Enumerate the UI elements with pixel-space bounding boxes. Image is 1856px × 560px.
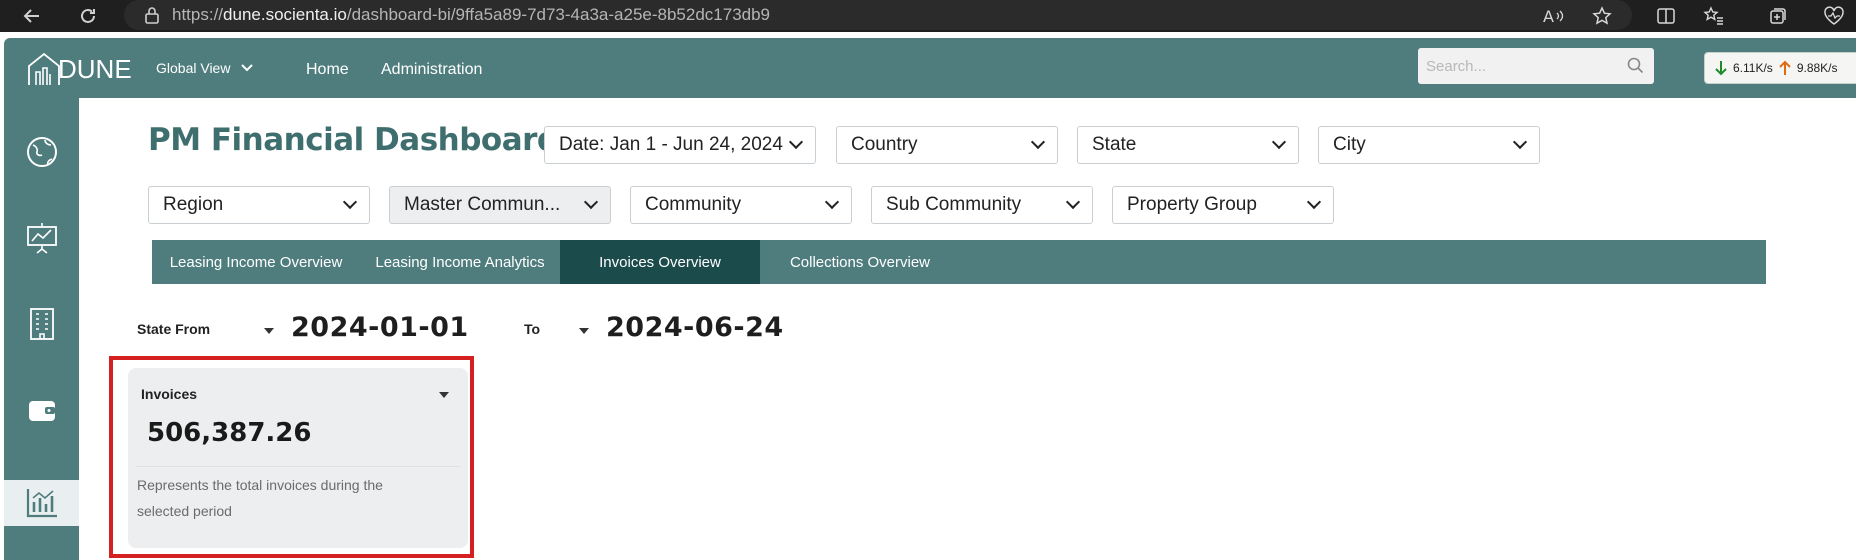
refresh-icon[interactable] — [72, 0, 104, 32]
property-group-label: Property Group — [1127, 194, 1257, 215]
highlight-box — [109, 356, 474, 558]
nav-home[interactable]: Home — [306, 61, 349, 79]
nav-administration[interactable]: Administration — [381, 61, 482, 79]
lock-icon — [144, 6, 160, 29]
app-header: DUNE Global View Home Administration Sea… — [4, 38, 1856, 98]
master-community-filter[interactable]: Master Commun... — [389, 186, 611, 224]
date-range-filter[interactable]: Date: Jan 1 - Jun 24, 2024 — [544, 126, 816, 164]
master-community-label: Master Commun... — [404, 194, 561, 215]
chevron-down-icon — [788, 134, 804, 150]
tab-leasing-income-analytics[interactable]: Leasing Income Analytics — [360, 240, 560, 284]
chevron-down-icon — [241, 64, 254, 72]
caret-down-icon[interactable] — [264, 328, 274, 334]
upload-speed: 9.88K/s — [1796, 61, 1838, 75]
dashboard-tabs: Leasing Income Overview Leasing Income A… — [152, 240, 1766, 284]
tab-leasing-income-overview[interactable]: Leasing Income Overview — [152, 240, 360, 284]
analytics-chart-icon — [26, 489, 57, 518]
chevron-down-icon — [824, 194, 840, 210]
collections-icon[interactable] — [1764, 2, 1792, 30]
state-from-label: State From — [137, 321, 211, 337]
network-speed-widget: 6.11K/s 9.88K/s — [1704, 52, 1856, 84]
to-value[interactable]: 2024-06-24 — [606, 312, 784, 343]
sidebar-item-global[interactable] — [4, 124, 79, 180]
sidebar-item-properties[interactable] — [4, 296, 79, 352]
tab-collections-overview[interactable]: Collections Overview — [760, 240, 960, 284]
presentation-chart-icon — [26, 223, 57, 254]
download-speed: 6.11K/s — [1733, 61, 1773, 75]
browser-toolbar: https://dune.socienta.io/dashboard-bi/9f… — [0, 0, 1856, 32]
property-group-filter[interactable]: Property Group — [1112, 186, 1334, 224]
page-title: PM Financial Dashboard — [148, 122, 559, 158]
chevron-down-icon — [1512, 134, 1528, 150]
to-label: To — [524, 321, 541, 337]
url-host: dune.socienta.io — [223, 5, 347, 24]
wallet-icon — [28, 401, 55, 421]
arrow-up-icon — [1779, 60, 1791, 75]
favorite-star-icon[interactable] — [1588, 2, 1616, 30]
sidebar-item-presentation[interactable] — [4, 210, 79, 266]
country-label: Country — [851, 134, 918, 155]
chevron-down-icon — [1306, 194, 1322, 210]
sidebar — [4, 98, 79, 560]
browser-essentials-icon[interactable] — [1820, 2, 1848, 30]
community-filter[interactable]: Community — [630, 186, 852, 224]
chevron-down-icon — [1065, 194, 1081, 210]
chevron-down-icon — [583, 194, 599, 210]
sidebar-item-finance[interactable] — [4, 382, 79, 438]
chevron-down-icon — [342, 194, 358, 210]
region-filter[interactable]: Region — [148, 186, 370, 224]
sub-community-label: Sub Community — [886, 194, 1022, 215]
dune-logo[interactable]: DUNE — [26, 52, 132, 86]
globe-icon — [26, 137, 57, 167]
search-placeholder: Search... — [1426, 57, 1487, 75]
favorites-icon[interactable] — [1700, 2, 1728, 30]
back-icon[interactable] — [16, 0, 48, 32]
city-label: City — [1333, 134, 1366, 155]
caret-down-icon[interactable] — [579, 328, 589, 334]
community-label: Community — [645, 194, 742, 215]
region-label: Region — [163, 194, 224, 215]
chevron-down-icon — [1030, 134, 1046, 150]
state-filter[interactable]: State — [1077, 126, 1299, 164]
dune-logo-icon — [28, 52, 60, 85]
city-filter[interactable]: City — [1318, 126, 1540, 164]
arrow-down-icon — [1715, 61, 1727, 76]
global-view-label: Global View — [156, 60, 231, 76]
logo-text: DUNE — [58, 53, 132, 84]
svg-text:A: A — [1543, 7, 1554, 25]
tab-invoices-overview[interactable]: Invoices Overview — [560, 240, 760, 284]
split-screen-icon[interactable] — [1652, 2, 1680, 30]
read-aloud-icon[interactable]: A — [1540, 2, 1568, 30]
global-view-dropdown[interactable]: Global View — [156, 60, 254, 76]
sub-community-filter[interactable]: Sub Community — [871, 186, 1093, 224]
search-input[interactable]: Search... — [1418, 48, 1654, 84]
url-path: /dashboard-bi/9ffa5a89-7d73-4a3a-a25e-8b… — [346, 5, 771, 24]
state-label: State — [1092, 134, 1137, 155]
search-icon[interactable] — [1627, 57, 1644, 78]
chevron-down-icon — [1271, 134, 1287, 150]
country-filter[interactable]: Country — [836, 126, 1058, 164]
address-bar[interactable]: https://dune.socienta.io/dashboard-bi/9f… — [124, 0, 1632, 30]
building-icon — [29, 308, 54, 340]
date-range-label: Date: Jan 1 - Jun 24, 2024 — [559, 134, 783, 155]
url-prefix: https:// — [172, 5, 224, 24]
state-from-value[interactable]: 2024-01-01 — [291, 312, 469, 343]
sidebar-item-analytics[interactable] — [4, 480, 79, 526]
